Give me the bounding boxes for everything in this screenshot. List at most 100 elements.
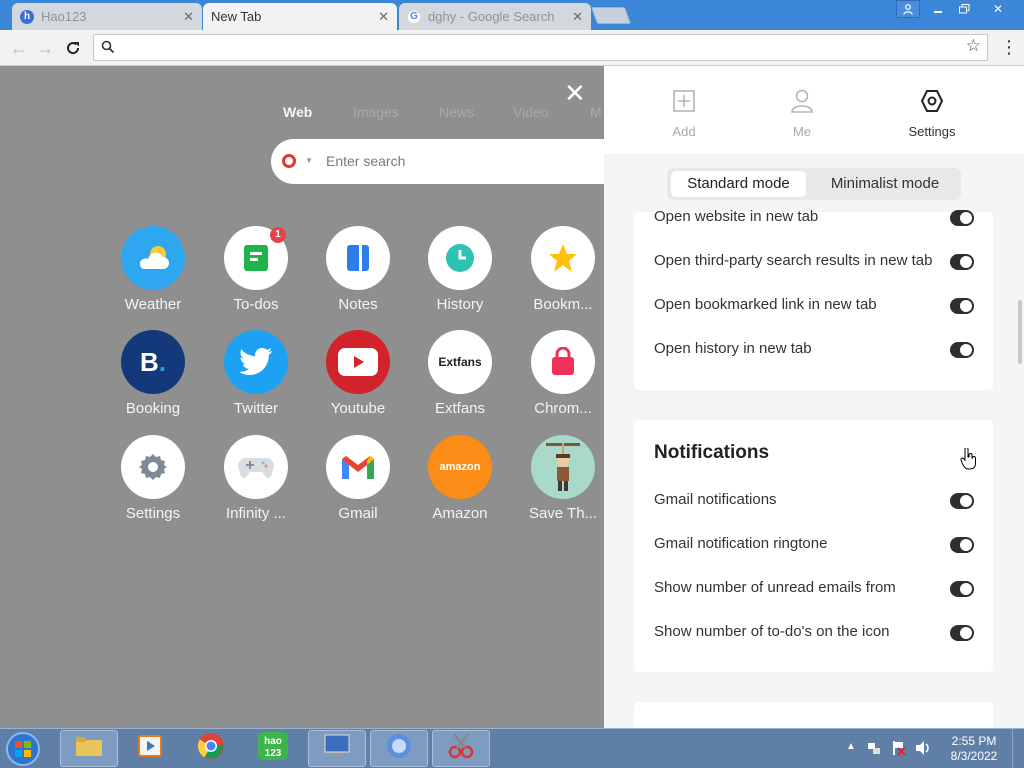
- app-weather[interactable]: Weather: [105, 226, 201, 326]
- address-input[interactable]: [122, 38, 952, 58]
- windows-taskbar: hao 123 ▲ 2:55 PM 8/3/2022: [0, 728, 1024, 768]
- action-center-flag-icon[interactable]: [890, 740, 906, 761]
- panel-tab-label: Me: [792, 124, 812, 139]
- toggle-switch[interactable]: [950, 581, 974, 597]
- close-tab-icon[interactable]: ✕: [572, 9, 583, 25]
- weather-icon: [121, 226, 185, 290]
- app-infinity[interactable]: Infinity ...: [208, 435, 304, 535]
- network-icon[interactable]: [866, 740, 882, 761]
- setting-row: Show number of to-do's on the icon: [654, 623, 974, 643]
- close-window-icon[interactable]: ✕: [978, 0, 1018, 18]
- volume-icon[interactable]: [914, 740, 932, 761]
- search-tab-images[interactable]: Images: [353, 104, 399, 120]
- chrome-icon: [196, 731, 226, 766]
- standard-mode-button[interactable]: Standard mode: [671, 171, 806, 197]
- taskbar-chromium[interactable]: [370, 730, 428, 767]
- search-tab-more[interactable]: M: [590, 104, 602, 120]
- extfans-logo-text: Extfans: [438, 355, 482, 369]
- search-box[interactable]: ▼: [271, 139, 604, 184]
- setting-label: Open third-party search results in new t…: [654, 252, 933, 269]
- folder-icon: [74, 734, 104, 763]
- monitor-icon: [322, 732, 352, 765]
- search-tab-video[interactable]: Video: [513, 104, 549, 120]
- toggle-switch[interactable]: [950, 625, 974, 641]
- toggle-switch[interactable]: [950, 210, 974, 226]
- app-extfans[interactable]: Extfans Extfans: [412, 330, 508, 430]
- tab-google-search[interactable]: G dghy - Google Search ✕: [399, 3, 591, 30]
- reload-icon[interactable]: [62, 37, 84, 59]
- close-tab-icon[interactable]: ✕: [378, 9, 389, 25]
- media-player-icon: [136, 733, 164, 764]
- toggle-switch[interactable]: [950, 298, 974, 314]
- app-gmail[interactable]: Gmail: [310, 435, 406, 535]
- user-icon: [762, 86, 842, 116]
- minimize-icon[interactable]: [926, 0, 950, 18]
- profile-icon[interactable]: [896, 0, 920, 18]
- app-notes[interactable]: Notes: [310, 226, 406, 326]
- toggle-switch[interactable]: [950, 254, 974, 270]
- panel-tab-add[interactable]: Add: [644, 86, 724, 139]
- panel-tab-settings[interactable]: Settings: [892, 86, 972, 139]
- app-history[interactable]: History: [412, 226, 508, 326]
- forward-arrow-icon[interactable]: →: [34, 37, 56, 59]
- toggle-switch[interactable]: [950, 342, 974, 358]
- setting-label: Gmail notification ringtone: [654, 535, 828, 552]
- new-tab-button[interactable]: [590, 7, 632, 24]
- app-chrome-store[interactable]: Chrom...: [515, 330, 604, 430]
- search-tab-web[interactable]: Web: [283, 104, 312, 120]
- tab-hao123[interactable]: h Hao123 ✕: [12, 3, 202, 30]
- setting-row: Open bookmarked link in new tab: [654, 296, 974, 316]
- system-clock[interactable]: 2:55 PM 8/3/2022: [946, 734, 1002, 764]
- app-label: Amazon: [432, 505, 488, 522]
- chevron-down-icon[interactable]: ▼: [305, 156, 313, 165]
- browser-toolbar: ← → ☆ ⋮: [0, 30, 1024, 66]
- app-bookmarks[interactable]: Bookm...: [515, 226, 604, 326]
- show-desktop-button[interactable]: [1012, 729, 1024, 768]
- taskbar-explorer[interactable]: [60, 730, 118, 767]
- app-label: Youtube: [330, 400, 386, 417]
- taskbar-hao123[interactable]: hao 123: [244, 730, 302, 767]
- app-twitter[interactable]: Twitter: [208, 330, 304, 430]
- app-youtube[interactable]: Youtube: [310, 330, 406, 430]
- show-hidden-icons-icon[interactable]: ▲: [846, 741, 856, 752]
- search-input[interactable]: [326, 151, 596, 171]
- app-save-the[interactable]: Save Th...: [515, 435, 604, 535]
- app-label: History: [436, 296, 484, 313]
- minimalist-mode-button[interactable]: Minimalist mode: [813, 171, 957, 197]
- address-bar[interactable]: ☆: [93, 34, 988, 61]
- menu-kebab-icon[interactable]: ⋮: [1000, 37, 1018, 59]
- google-icon: G: [407, 9, 421, 24]
- taskbar-chrome[interactable]: [182, 730, 240, 767]
- toggle-switch[interactable]: [950, 537, 974, 553]
- close-tab-icon[interactable]: ✕: [183, 9, 194, 25]
- app-booking[interactable]: B. Booking: [105, 330, 201, 430]
- tab-new-tab[interactable]: New Tab ✕: [203, 3, 397, 30]
- windows-start-button[interactable]: [6, 732, 40, 766]
- add-square-icon: [644, 86, 724, 116]
- panel-tab-me[interactable]: Me: [762, 86, 842, 139]
- youtube-icon: [326, 330, 390, 394]
- next-settings-card: [634, 702, 993, 728]
- back-arrow-icon[interactable]: ←: [8, 37, 30, 59]
- extfans-icon: Extfans: [428, 330, 492, 394]
- restore-icon[interactable]: [952, 0, 976, 18]
- toggle-switch[interactable]: [950, 493, 974, 509]
- app-todos[interactable]: 1 To-dos: [208, 226, 304, 326]
- hao123-icon: hao 123: [257, 731, 289, 766]
- setting-label: Open bookmarked link in new tab: [654, 296, 877, 313]
- panel-scrollbar[interactable]: [1018, 300, 1022, 364]
- app-amazon[interactable]: amazon Amazon: [412, 435, 508, 535]
- gear-icon: [121, 435, 185, 499]
- app-settings[interactable]: Settings: [105, 435, 201, 535]
- taskbar-snipping-tool[interactable]: [432, 730, 490, 767]
- chrome-store-icon: [531, 330, 595, 394]
- taskbar-remote-app[interactable]: [308, 730, 366, 767]
- search-engine-logo-icon[interactable]: [282, 154, 296, 168]
- app-label: Weather: [124, 296, 182, 313]
- app-label: Chrom...: [534, 400, 592, 417]
- taskbar-media-player[interactable]: [121, 730, 179, 767]
- search-tab-news[interactable]: News: [439, 104, 474, 120]
- close-settings-icon[interactable]: ✕: [564, 80, 586, 106]
- bookmark-star-icon[interactable]: ☆: [966, 36, 981, 56]
- scissors-icon: [446, 731, 476, 766]
